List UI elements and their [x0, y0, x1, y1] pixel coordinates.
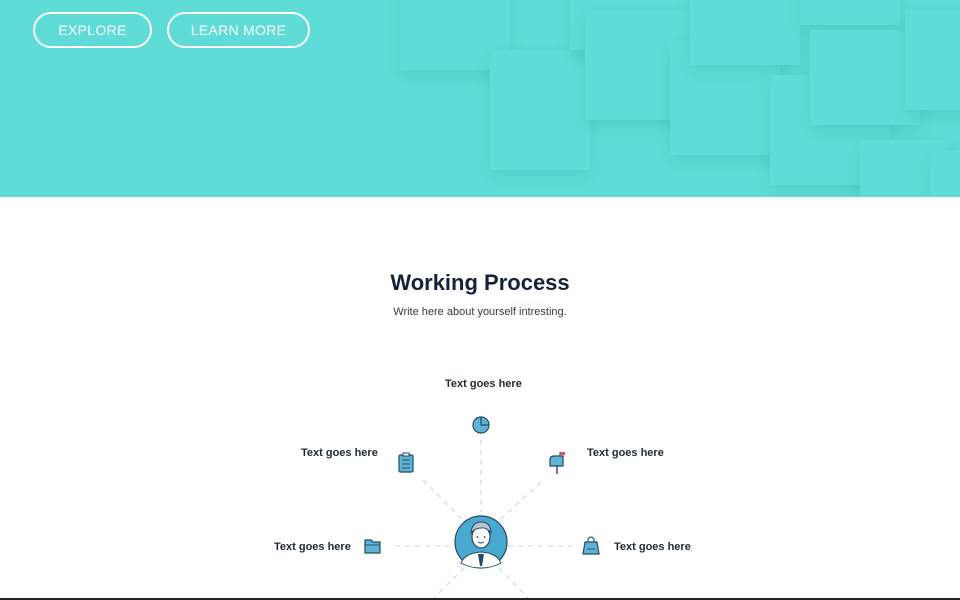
explore-button[interactable]: EXPLORE — [33, 12, 152, 48]
decorative-tile — [930, 150, 960, 197]
section-title: Working Process — [390, 270, 570, 295]
section-subtitle: Write here about yourself intresting. — [393, 306, 567, 318]
learn-more-button[interactable]: LEARN MORE — [167, 12, 310, 48]
step-label-top: Text goes here — [445, 378, 522, 390]
hero-banner: EXPLORE LEARN MORE — [0, 0, 960, 197]
shopping-bag-icon — [582, 536, 600, 555]
connector-line — [422, 479, 464, 521]
process-diagram: Text goes here Text goes here Text goes … — [0, 370, 960, 600]
pie-chart-icon — [472, 416, 490, 434]
connector-line — [498, 567, 531, 600]
decorative-tile — [800, 0, 900, 25]
step-label-left: Text goes here — [274, 541, 351, 553]
folder-icon — [364, 539, 381, 554]
mailbox-icon — [549, 452, 565, 474]
step-label-upper-left: Text goes here — [301, 447, 378, 459]
decorative-tile — [690, 0, 800, 65]
clipboard-checklist-icon — [398, 452, 414, 473]
connector-line — [431, 567, 465, 600]
connector-line — [499, 481, 542, 521]
decorative-tile — [905, 10, 960, 110]
decorative-tile — [810, 30, 920, 125]
step-label-upper-right: Text goes here — [587, 447, 664, 459]
decorative-tile — [490, 50, 590, 170]
step-label-right: Text goes here — [614, 541, 691, 553]
businessman-avatar-icon — [454, 515, 508, 569]
process-connectors — [364, 416, 600, 600]
